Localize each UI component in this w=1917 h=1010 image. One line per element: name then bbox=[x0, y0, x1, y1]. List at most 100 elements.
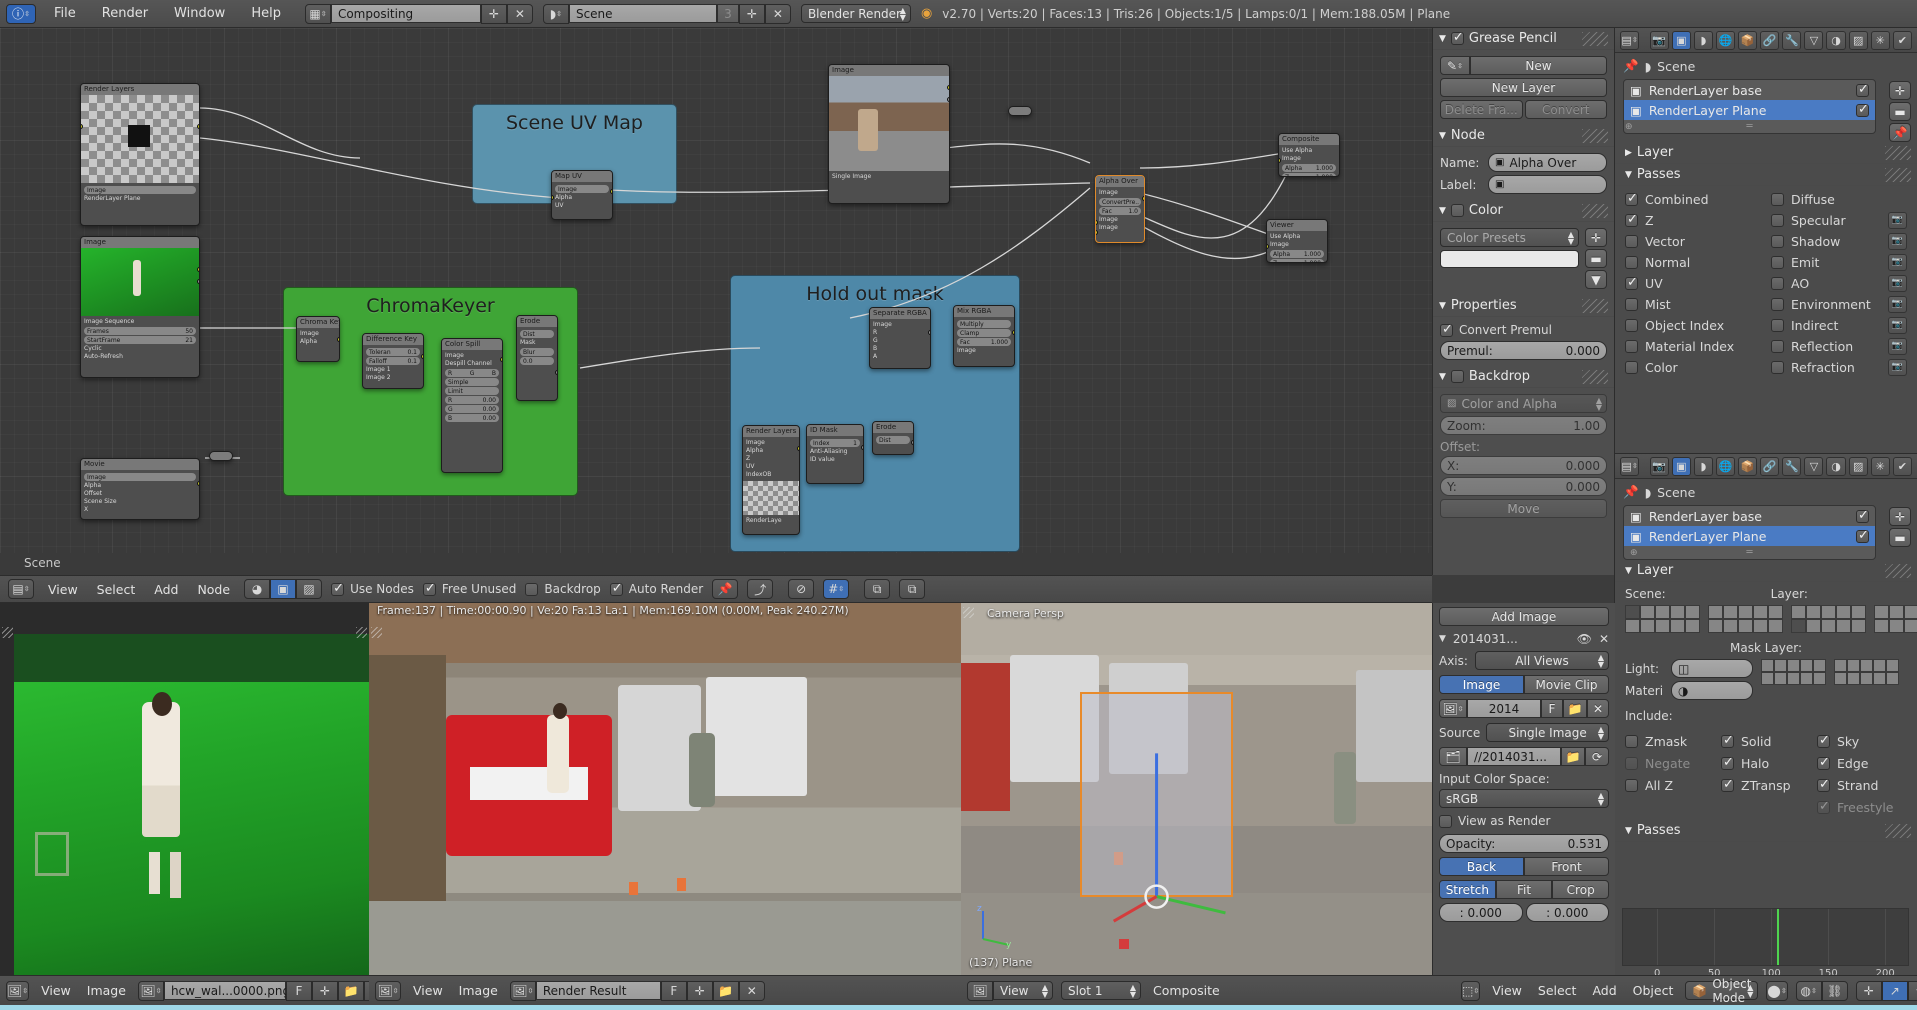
viewport-corner-widget[interactable] bbox=[2, 627, 13, 638]
mask-block-1[interactable] bbox=[1761, 659, 1826, 685]
node-startframe-field[interactable]: StartFrame 21 bbox=[84, 336, 196, 344]
node-diff-falloff[interactable]: Falloff 0.1 bbox=[366, 357, 420, 365]
pass-checkbox[interactable] bbox=[1625, 297, 1638, 311]
layer-panel-header-top[interactable]: ▶ Layer bbox=[1615, 142, 1917, 163]
node-erode[interactable]: Erode Dist Mask Blur 0.0 bbox=[516, 315, 558, 401]
material-override-field[interactable]: ◑ bbox=[1671, 681, 1753, 700]
include-halo[interactable]: Halo bbox=[1721, 754, 1811, 772]
bg-offset-x[interactable]: : 0.000 bbox=[1439, 903, 1523, 922]
image-b-menu-view[interactable]: View bbox=[409, 983, 447, 998]
tab-material-icon[interactable]: ◑ bbox=[1826, 30, 1846, 50]
pass-checkbox[interactable] bbox=[1771, 234, 1784, 248]
list-expand-icon[interactable]: ⊕ bbox=[1625, 122, 1633, 132]
node-erode-blur[interactable]: Blur bbox=[520, 348, 554, 356]
node-mix-clamp[interactable]: Clamp bbox=[957, 329, 1011, 337]
backdrop-checkbox[interactable] bbox=[1450, 370, 1464, 383]
vp-menu-add[interactable]: Add bbox=[1588, 983, 1620, 998]
vp-menu-view[interactable]: View bbox=[1488, 983, 1526, 998]
node-ao-convertpremul[interactable]: ConvertPre.. bbox=[1099, 198, 1141, 206]
image-b-open[interactable]: 📁 bbox=[712, 980, 739, 1001]
passes-panel-header-top[interactable]: ▼ Passes bbox=[1615, 164, 1917, 185]
tab-physics-icon[interactable]: ✔ bbox=[1892, 30, 1912, 50]
node-spill-r[interactable]: R 0.00 bbox=[445, 396, 499, 404]
tab-render-icon[interactable]: 📷 bbox=[1649, 456, 1669, 476]
pass-environment[interactable]: Environment 📷 bbox=[1771, 295, 1907, 313]
image-a-menu-image[interactable]: Image bbox=[83, 983, 130, 998]
pass-vector[interactable]: Vector bbox=[1625, 232, 1761, 250]
pass-checkbox[interactable] bbox=[1625, 234, 1638, 248]
image-editor-render-result[interactable]: Frame:137 | Time:00:00.90 | Ve:20 Fa:13 … bbox=[369, 603, 961, 975]
pass-ao[interactable]: AO 📷 bbox=[1771, 274, 1907, 292]
premul-slider[interactable]: Premul: 0.000 bbox=[1440, 341, 1607, 360]
node-panel-header[interactable]: ▼ Node bbox=[1433, 125, 1614, 146]
include-allz[interactable]: All Z bbox=[1625, 776, 1715, 794]
pass-checkbox[interactable] bbox=[1771, 360, 1784, 374]
node-holdout-renderlayers[interactable]: Render Layers Image Alpha Z UV IndexOB R… bbox=[742, 425, 800, 535]
pass-object-index[interactable]: Object Index bbox=[1625, 316, 1761, 334]
free-unused-toggle[interactable]: Free Unused bbox=[422, 581, 516, 596]
bg-image-entry-header[interactable]: ▼ 2014031... 👁 ✕ bbox=[1439, 632, 1609, 646]
screen-layout-icon[interactable]: ▦ ⇳ bbox=[304, 3, 331, 24]
node-composite[interactable]: Composite Use Alpha Image Alpha 1.000 Z 1.… bbox=[1278, 133, 1340, 177]
menu-window[interactable]: Window bbox=[166, 4, 233, 23]
image-editor-greenscreen[interactable] bbox=[0, 603, 369, 975]
backdrop-zoom-field[interactable]: Zoom: 1.00 bbox=[1440, 416, 1607, 435]
image-b-unlink[interactable]: ✕ bbox=[738, 980, 765, 1001]
backdrop-offset-x[interactable]: X: 0.000 bbox=[1440, 456, 1607, 475]
render-layer-enable-checkbox[interactable] bbox=[1856, 82, 1869, 97]
remove-render-layer-button[interactable]: ▬ bbox=[1889, 102, 1911, 121]
node-viewer[interactable]: Viewer Use Alpha Image Alpha 1.000 Z 1.000 bbox=[1266, 219, 1328, 263]
render-layer-list-top[interactable]: ▣ RenderLayer base ▣ RenderLayer Plane ⊕… bbox=[1623, 79, 1876, 134]
node-editor-canvas[interactable]: Scene UV Map ChromaKeyer Hold out mask R… bbox=[0, 28, 1432, 575]
add-image-button[interactable]: Add Image bbox=[1439, 607, 1609, 626]
axis-select[interactable]: All Views ▲ ▼ bbox=[1475, 651, 1609, 670]
tab-data-icon[interactable]: ▽ bbox=[1804, 456, 1824, 476]
pin-id-icon[interactable]: 📌 bbox=[1623, 484, 1639, 500]
render-view-select[interactable]: View ▲ ▼ bbox=[993, 981, 1053, 1000]
backdrop-toggle[interactable]: Backdrop bbox=[525, 582, 601, 596]
render-layer-enable-checkbox[interactable] bbox=[1856, 508, 1869, 523]
pass-indirect[interactable]: Indirect 📷 bbox=[1771, 316, 1907, 334]
include-solid[interactable]: Solid bbox=[1721, 732, 1811, 750]
include-checkbox[interactable] bbox=[1817, 755, 1830, 770]
tab-physics-icon[interactable]: ✔ bbox=[1892, 456, 1912, 476]
pass-normal[interactable]: Normal bbox=[1625, 253, 1761, 271]
pass-checkbox[interactable] bbox=[1625, 339, 1638, 353]
menu-help[interactable]: Help bbox=[243, 4, 289, 23]
node-menu-select[interactable]: Select bbox=[92, 580, 141, 599]
viewport-3d-camera[interactable]: Camera Persp (137) Plane z y bbox=[961, 603, 1455, 975]
pin-id-icon[interactable]: 📌 bbox=[1623, 58, 1639, 74]
new-scene-icon[interactable]: ✛ bbox=[738, 3, 765, 24]
use-nodes-checkbox[interactable] bbox=[331, 581, 345, 596]
render-slot-select[interactable]: Slot 1 ▲ ▼ bbox=[1061, 981, 1141, 1000]
image-browse-icon[interactable]: 🖼 ⇳ bbox=[509, 980, 536, 1001]
frame-stretch-button[interactable]: Stretch bbox=[1439, 880, 1496, 899]
node-map-uv[interactable]: Map UV Image Alpha UV bbox=[551, 170, 613, 220]
node-properties-sidebar[interactable]: ▼ Grease Pencil ✎⇳ New New Layer Delete … bbox=[1432, 28, 1614, 575]
render-layer-row[interactable]: ▣ RenderLayer Plane bbox=[1624, 526, 1875, 546]
scene-name[interactable]: Scene bbox=[568, 4, 717, 23]
editor-type-icon[interactable]: 🖼 ⇳ bbox=[375, 980, 401, 1001]
node-name-field[interactable]: ▣ Alpha Over bbox=[1488, 153, 1607, 172]
compositing-nodes-icon[interactable]: ▣ bbox=[270, 579, 297, 599]
pass-exclude-icon[interactable]: 📷 bbox=[1888, 253, 1907, 271]
color-swatch[interactable] bbox=[1440, 250, 1579, 268]
preset-menu-button[interactable]: ▼ bbox=[1585, 270, 1607, 289]
collapse-triangle-icon[interactable]: ▼ bbox=[1625, 826, 1632, 836]
vp-menu-object[interactable]: Object bbox=[1629, 983, 1678, 998]
node-holdout-erode[interactable]: Erode Dist bbox=[872, 421, 914, 455]
node-mix-rgba[interactable]: Mix RGBA Multiply Clamp Fac 1.000 Image bbox=[953, 305, 1015, 367]
properties-editor-top[interactable]: ▤ ⇳ 📷 ▣ ◗ 🌐 📦 🔗 🔧 ▽ ◑ ▨ ✳ ✔ 📌 ◗ Scene ▣ R… bbox=[1614, 28, 1917, 453]
list-grip[interactable]: ⊕ ═ bbox=[1624, 546, 1875, 559]
editor-type-icon[interactable]: 🖼 ⇳ bbox=[6, 980, 30, 1001]
blender-info-icon[interactable]: ⓘ ⇳ bbox=[6, 3, 36, 24]
copy-icon[interactable]: ⧉ bbox=[899, 579, 926, 599]
viewport-corner-widget[interactable] bbox=[356, 627, 367, 638]
image-a-menu-view[interactable]: View bbox=[37, 983, 75, 998]
scene-data-icon[interactable]: ◗ ⇳ bbox=[542, 3, 569, 24]
node-reroute-1[interactable] bbox=[1008, 106, 1032, 116]
menu-render[interactable]: Render bbox=[94, 4, 156, 23]
pass-exclude-icon[interactable]: 📷 bbox=[1888, 316, 1907, 334]
layer-block-4[interactable] bbox=[1874, 605, 1917, 633]
node-chroma-key[interactable]: Chroma Key Image Alpha bbox=[296, 316, 340, 362]
